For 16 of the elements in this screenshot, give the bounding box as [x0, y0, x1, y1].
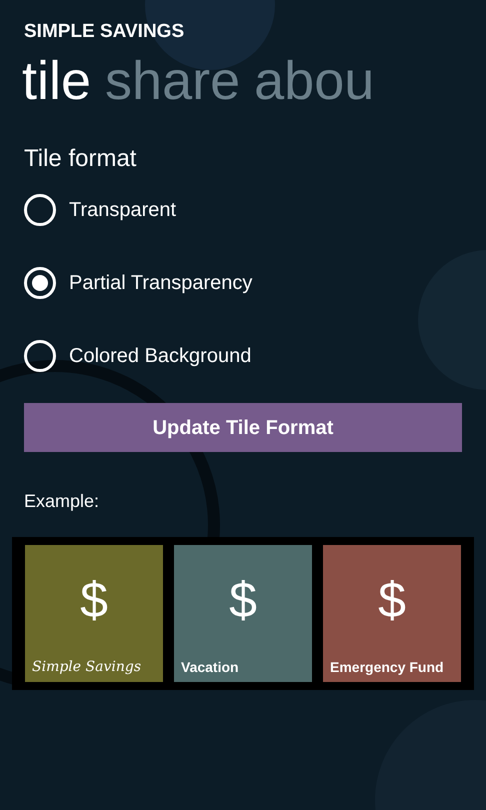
radio-option[interactable]: Transparent — [24, 193, 462, 226]
tile-label: Emergency Fund — [329, 658, 445, 677]
example-label: Example: — [24, 490, 100, 513]
tile-label: Vacation — [180, 658, 240, 677]
dollar-symbol: $ — [229, 575, 257, 625]
pivot-tab[interactable]: tile — [22, 47, 92, 115]
app-title: SIMPLE SAVINGS — [24, 22, 186, 41]
section-title: Tile format — [24, 144, 138, 174]
radio-option[interactable]: Colored Background — [24, 339, 462, 372]
update-button[interactable]: Update Tile Format — [24, 403, 462, 452]
dollar-symbol: $ — [378, 575, 406, 625]
dollar-symbol: $ — [80, 575, 108, 625]
pivot-tab[interactable]: abou — [254, 47, 374, 115]
pivot-tab[interactable]: share — [105, 47, 240, 115]
radio-option[interactable]: Partial Transparency — [24, 266, 462, 299]
tile-label: Simple Savings — [31, 658, 142, 677]
